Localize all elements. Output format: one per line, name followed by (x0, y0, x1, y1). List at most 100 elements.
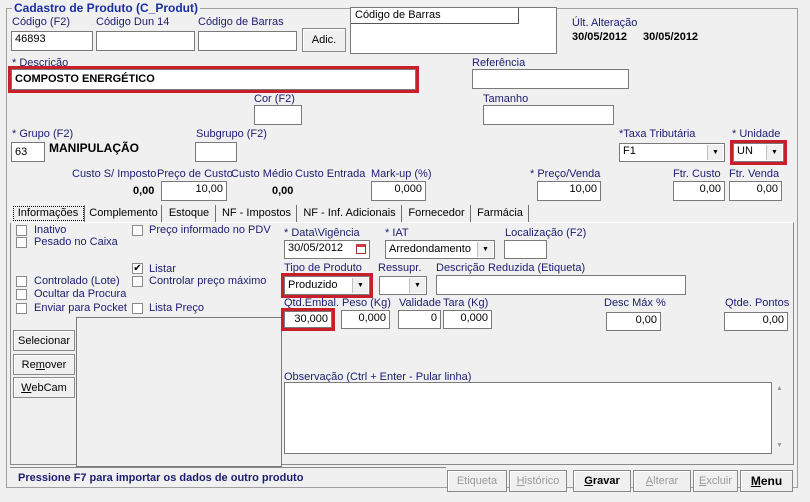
ftr-custo-label: Ftr. Custo (673, 168, 721, 180)
taxa-value: F1 (623, 145, 636, 157)
ressupr-select[interactable]: ▼ (379, 276, 427, 295)
taxa-label: *Taxa Tributária (619, 128, 696, 140)
webcam-label-a: W (21, 382, 32, 394)
tab-nf-inf-adicionais[interactable]: NF - Inf. Adicionais (298, 205, 402, 222)
chevron-down-icon[interactable]: ▼ (707, 145, 723, 160)
tipo-produto-select[interactable]: Produzido ▼ (281, 273, 373, 298)
controlar-preco-label: Controlar preço máximo (149, 275, 267, 287)
markup-input[interactable]: 0,000 (371, 181, 426, 201)
observacao-textarea[interactable] (284, 382, 772, 454)
iat-select[interactable]: Arredondamento ▼ (385, 240, 495, 259)
remover-button[interactable]: Remover (13, 354, 75, 375)
codigo-input[interactable]: 46893 (11, 31, 93, 51)
taxa-select[interactable]: F1 ▼ (619, 143, 725, 162)
qtd-embal-input[interactable]: 30,000 (281, 308, 335, 331)
tamanho-label: Tamanho (483, 93, 529, 105)
ftr-custo-input[interactable]: 0,00 (673, 181, 725, 201)
custo-s-imposto-value: 0,00 (133, 185, 155, 197)
descricao-input[interactable]: COMPOSTO ENERGÉTICO (8, 66, 419, 93)
historico-button[interactable]: Histórico (509, 470, 567, 492)
scroll-down-icon[interactable]: ▼ (776, 442, 783, 449)
custo-medio-value: 0,00 (272, 185, 294, 197)
tara-input[interactable]: 0,000 (443, 310, 492, 329)
qtde-pontos-label: Qtde. Pontos (725, 297, 790, 309)
chevron-down-icon[interactable]: ▼ (766, 145, 782, 160)
preco-pdv-label: Preço informado no PDV (149, 224, 271, 236)
gravar-button[interactable]: Gravar (573, 470, 631, 492)
tab-nf-impostos[interactable]: NF - Impostos (217, 205, 297, 222)
controlado-checkbox[interactable] (16, 276, 27, 287)
barras-input[interactable] (198, 31, 297, 51)
localizacao-label: Localização (F2) (505, 227, 587, 239)
desc-reduzida-label: Descrição Reduzida (Etiqueta) (436, 262, 586, 274)
chevron-down-icon[interactable]: ▼ (409, 278, 425, 293)
alterar-button[interactable]: Alterar (633, 470, 691, 492)
barras-list-header[interactable]: Código de Barras (351, 8, 519, 24)
excluir-button[interactable]: Excluir (693, 470, 738, 492)
webcam-button[interactable]: WebCam (13, 377, 75, 398)
barras-list[interactable]: Código de Barras (350, 7, 557, 54)
tab-informacoes[interactable]: Informações (12, 205, 85, 222)
tab-estoque[interactable]: Estoque (163, 205, 216, 222)
inativo-checkbox[interactable] (16, 225, 27, 236)
etiqueta-button[interactable]: Etiqueta (447, 470, 507, 492)
custo-s-imposto-label: Custo S/ Imposto (72, 168, 157, 180)
controlado-label: Controlado (Lote) (34, 275, 120, 287)
unidade-select[interactable]: UN ▼ (730, 140, 787, 165)
window-title: Cadastro de Produto (C_Produt) (12, 1, 201, 15)
subgrupo-input[interactable] (195, 142, 237, 162)
cor-label: Cor (F2) (254, 93, 295, 105)
chevron-down-icon[interactable]: ▼ (352, 278, 368, 293)
localizacao-input[interactable] (504, 240, 547, 259)
referencia-label: Referência (472, 57, 526, 69)
custo-entrada-label: Custo Entrada (295, 168, 366, 180)
grupo-input[interactable]: 63 (11, 142, 45, 162)
subgrupo-label: Subgrupo (F2) (196, 128, 267, 140)
iat-value: Arredondamento (389, 243, 471, 255)
alterar-label-b: lterar (653, 475, 679, 487)
controlar-preco-checkbox[interactable] (132, 276, 143, 287)
pesado-checkbox[interactable] (16, 237, 27, 248)
ressupr-label: Ressupr. (378, 262, 422, 274)
preco-custo-input[interactable]: 10,00 (161, 181, 227, 201)
qtde-pontos-input[interactable]: 0,00 (724, 312, 788, 331)
preco-pdv-checkbox[interactable] (132, 225, 143, 236)
historico-label-a: H (516, 475, 525, 487)
lista-preco-checkbox[interactable] (132, 303, 143, 314)
selecionar-button[interactable]: Selecionar (13, 330, 75, 351)
observacao-scrollbar[interactable]: ▲ ▼ (772, 382, 789, 454)
excluir-label-b: xcluir (706, 475, 732, 487)
desc-reduzida-input[interactable] (436, 275, 686, 295)
preco-venda-input[interactable]: 10,00 (537, 181, 601, 201)
qtd-embal-label: Qtd.Embal. (284, 297, 340, 309)
tamanho-input[interactable] (483, 105, 614, 125)
product-image-area[interactable] (76, 317, 282, 467)
menu-label-a: M (750, 474, 761, 488)
markup-label: Mark-up (%) (371, 168, 432, 180)
remover-label-c: over (44, 359, 67, 371)
menu-button[interactable]: Menu (740, 470, 793, 492)
validade-input[interactable]: 0 (398, 310, 441, 329)
listar-checkbox[interactable]: ✔ (132, 263, 143, 274)
pocket-label: Enviar para Pocket (34, 302, 127, 314)
dun14-input[interactable] (96, 31, 195, 51)
data-vigencia-input[interactable]: 30/05/2012 (284, 240, 370, 259)
ftr-venda-input[interactable]: 0,00 (729, 181, 782, 201)
pocket-checkbox[interactable] (16, 303, 27, 314)
tab-farmacia[interactable]: Farmácia (472, 205, 529, 222)
tab-complemento[interactable]: Complemento (86, 205, 162, 222)
ult-alteracao-date1: 30/05/2012 (572, 31, 628, 43)
desc-max-input[interactable]: 0,00 (606, 312, 661, 331)
listar-label: Listar (149, 263, 176, 275)
referencia-input[interactable] (472, 69, 629, 89)
scroll-up-icon[interactable]: ▲ (776, 385, 783, 392)
chevron-down-icon[interactable]: ▼ (477, 242, 493, 257)
ocultar-checkbox[interactable] (16, 289, 27, 300)
cor-input[interactable] (254, 105, 302, 125)
adic-button[interactable]: Adic. (302, 28, 346, 52)
tipo-produto-label: Tipo de Produto (284, 262, 362, 274)
calendar-icon[interactable] (356, 244, 366, 254)
tab-fornecedor[interactable]: Fornecedor (403, 205, 471, 222)
grupo-label: * Grupo (F2) (12, 128, 74, 140)
peso-input[interactable]: 0,000 (341, 310, 390, 329)
